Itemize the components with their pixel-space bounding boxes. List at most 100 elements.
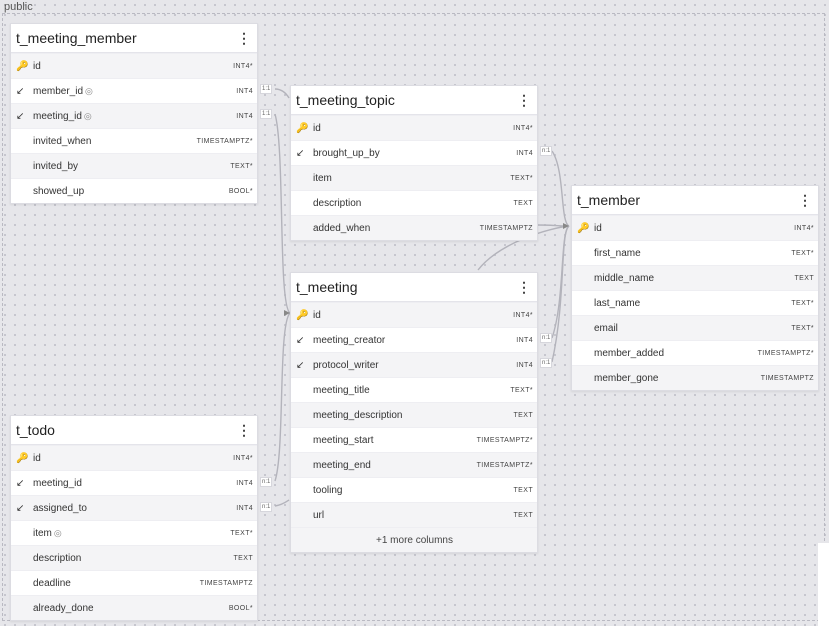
table-t-todo[interactable]: t_todo ⋮ 🔑 id INT4* ↙ meeting_id INT4 ↙ assigne… [10, 415, 258, 621]
column-name: id [33, 60, 41, 72]
column-name: meeting_description [313, 409, 403, 421]
column-type: TIMESTAMPTZ [199, 579, 253, 587]
cardinality-label: n:1 [540, 358, 553, 368]
column-name: meeting_id [33, 110, 82, 122]
column-type: INT4 [236, 87, 253, 95]
column-type: INT4* [233, 62, 253, 70]
column-row-deadline[interactable]: deadline TIMESTAMPTZ [11, 570, 257, 595]
foreign-key-icon: ↙ [16, 477, 25, 489]
column-row-id[interactable]: 🔑 id INT4* [11, 445, 257, 470]
column-row-already-done[interactable]: already_done BOOL* [11, 595, 257, 620]
column-name: meeting_id [33, 477, 82, 489]
column-name: middle_name [594, 272, 655, 284]
column-row-id[interactable]: 🔑 id INT4* [291, 302, 537, 327]
column-row-id[interactable]: 🔑 id INT4* [572, 215, 818, 240]
column-type: TIMESTAMPTZ [479, 224, 533, 232]
more-options-icon[interactable]: ⋮ [237, 30, 251, 47]
column-type: TEXT [513, 511, 533, 519]
column-type: TEXT* [510, 386, 533, 394]
column-row-brought-up-by[interactable]: ↙ brought_up_by INT4 [291, 140, 537, 165]
column-row-first-name[interactable]: first_name TEXT* [572, 240, 818, 265]
column-name: member_added [594, 347, 665, 359]
column-name: invited_when [33, 135, 92, 147]
column-row-meeting-creator[interactable]: ↙ meeting_creator INT4 [291, 327, 537, 352]
more-options-icon[interactable]: ⋮ [237, 422, 251, 439]
primary-key-icon: 🔑 [296, 309, 309, 321]
column-name: brought_up_by [313, 147, 380, 159]
column-row-meeting-description[interactable]: meeting_description TEXT [291, 402, 537, 427]
more-columns-button[interactable]: +1 more columns [291, 527, 537, 552]
column-row-protocol-writer[interactable]: ↙ protocol_writer INT4 [291, 352, 537, 377]
primary-key-icon: 🔑 [16, 452, 29, 464]
column-name: meeting_end [313, 459, 371, 471]
column-name: invited_by [33, 160, 79, 172]
table-header[interactable]: t_todo ⋮ [11, 416, 257, 445]
more-options-icon[interactable]: ⋮ [517, 92, 531, 109]
column-row-item[interactable]: item TEXT* [291, 165, 537, 190]
fingerprint-icon: ◎ [53, 527, 62, 538]
column-row-id[interactable]: 🔑 id INT4* [11, 53, 257, 78]
more-options-icon[interactable]: ⋮ [798, 192, 812, 209]
table-header[interactable]: t_member ⋮ [572, 186, 818, 215]
table-t-meeting-member[interactable]: t_meeting_member ⋮ 🔑 id INT4* ↙ member_id ◎ IN… [10, 23, 258, 204]
column-row-member-id[interactable]: ↙ member_id ◎ INT4 [11, 78, 257, 103]
column-row-invited-when[interactable]: invited_when TIMESTAMPTZ* [11, 128, 257, 153]
column-row-member-added[interactable]: member_added TIMESTAMPTZ* [572, 340, 818, 365]
column-name: id [313, 122, 321, 134]
column-row-member-gone[interactable]: member_gone TIMESTAMPTZ [572, 365, 818, 390]
column-row-item[interactable]: item ◎ TEXT* [11, 520, 257, 545]
column-row-email[interactable]: email TEXT* [572, 315, 818, 340]
column-type: INT4 [236, 504, 253, 512]
table-header[interactable]: t_meeting_member ⋮ [11, 24, 257, 53]
column-name: member_gone [594, 372, 659, 384]
table-t-member[interactable]: t_member ⋮ 🔑 id INT4* first_name TEXT* middle… [571, 185, 819, 391]
column-row-showed-up[interactable]: showed_up BOOL* [11, 178, 257, 203]
column-type: TIMESTAMPTZ* [757, 349, 814, 357]
column-name: protocol_writer [313, 359, 379, 371]
fingerprint-icon: ◎ [83, 110, 92, 121]
column-name: url [313, 509, 325, 521]
foreign-key-icon: ↙ [16, 85, 25, 97]
column-row-meeting-title[interactable]: meeting_title TEXT* [291, 377, 537, 402]
column-name: meeting_creator [313, 334, 386, 346]
column-type: TIMESTAMPTZ* [196, 137, 253, 145]
column-name: showed_up [33, 185, 85, 197]
column-row-meeting-end[interactable]: meeting_end TIMESTAMPTZ* [291, 452, 537, 477]
cardinality-label: 1:1 [260, 84, 273, 94]
table-t-meeting[interactable]: t_meeting ⋮ 🔑 id INT4* ↙ meeting_creator INT4… [290, 272, 538, 553]
cardinality-label: n:1 [260, 477, 273, 487]
column-row-invited-by[interactable]: invited_by TEXT* [11, 153, 257, 178]
column-row-meeting-id[interactable]: ↙ meeting_id INT4 [11, 470, 257, 495]
column-row-last-name[interactable]: last_name TEXT* [572, 290, 818, 315]
foreign-key-icon: ↙ [16, 502, 25, 514]
table-t-meeting-topic[interactable]: t_meeting_topic ⋮ 🔑 id INT4* ↙ brought_up_by… [290, 85, 538, 241]
column-row-meeting-start[interactable]: meeting_start TIMESTAMPTZ* [291, 427, 537, 452]
column-type: BOOL* [228, 604, 253, 612]
table-name: t_member [577, 192, 641, 208]
column-name: added_when [313, 222, 371, 234]
table-header[interactable]: t_meeting ⋮ [291, 273, 537, 302]
column-row-assigned-to[interactable]: ↙ assigned_to INT4 [11, 495, 257, 520]
column-name: deadline [33, 577, 71, 589]
table-header[interactable]: t_meeting_topic ⋮ [291, 86, 537, 115]
column-type: BOOL* [228, 187, 253, 195]
primary-key-icon: 🔑 [296, 122, 309, 134]
column-type: TEXT* [791, 299, 814, 307]
primary-key-icon: 🔑 [16, 60, 29, 72]
column-row-description[interactable]: description TEXT [291, 190, 537, 215]
column-row-id[interactable]: 🔑 id INT4* [291, 115, 537, 140]
more-options-icon[interactable]: ⋮ [517, 279, 531, 296]
column-row-description[interactable]: description TEXT [11, 545, 257, 570]
column-row-middle-name[interactable]: middle_name TEXT [572, 265, 818, 290]
column-type: TEXT* [791, 249, 814, 257]
column-row-added-when[interactable]: added_when TIMESTAMPTZ [291, 215, 537, 240]
column-name: item [33, 527, 52, 539]
column-row-tooling[interactable]: tooling TEXT [291, 477, 537, 502]
column-type: TEXT [513, 411, 533, 419]
column-name: last_name [594, 297, 641, 309]
column-row-meeting-id[interactable]: ↙ meeting_id ◎ INT4 [11, 103, 257, 128]
column-type: INT4 [236, 479, 253, 487]
column-name: member_id [33, 85, 84, 97]
foreign-key-icon: ↙ [16, 110, 25, 122]
column-row-url[interactable]: url TEXT [291, 502, 537, 527]
